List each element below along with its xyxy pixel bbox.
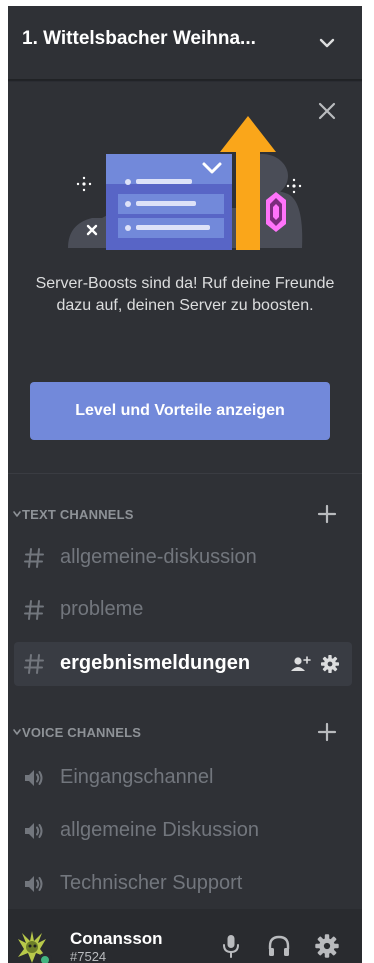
server-boost-banner: Server-Boosts sind da! Ruf deine Freunde… bbox=[8, 90, 362, 474]
channel-allgemeine-diskussion[interactable]: allgemeine-diskussion bbox=[14, 536, 352, 580]
gear-icon[interactable] bbox=[320, 654, 340, 674]
close-icon[interactable] bbox=[314, 98, 340, 124]
channel-name: Eingangschannel bbox=[60, 766, 214, 788]
gear-icon[interactable] bbox=[314, 933, 340, 959]
voice-channel-allgemeine-diskussion[interactable]: allgemeine Diskussion bbox=[14, 809, 352, 853]
channel-name: ergebnismeldungen bbox=[60, 652, 251, 674]
add-member-icon[interactable] bbox=[290, 654, 312, 674]
category-voice-channels[interactable]: VOICE CHANNELS bbox=[8, 721, 362, 747]
headphones-icon[interactable] bbox=[266, 933, 292, 959]
hash-icon bbox=[24, 548, 44, 568]
chevron-down-icon[interactable] bbox=[12, 727, 22, 737]
server-header[interactable]: 1. Wittelsbacher Weihna... bbox=[8, 6, 362, 80]
username[interactable]: Conansson bbox=[70, 929, 163, 949]
channel-ergebnismeldungen[interactable]: ergebnismeldungen bbox=[14, 642, 352, 686]
channel-name: Technischer Support bbox=[60, 872, 243, 894]
speaker-icon bbox=[25, 823, 43, 839]
channel-name: probleme bbox=[60, 598, 144, 620]
plus-icon[interactable] bbox=[316, 503, 338, 525]
boost-illustration bbox=[68, 116, 303, 250]
online-status-indicator bbox=[38, 953, 52, 963]
microphone-icon[interactable] bbox=[218, 933, 244, 959]
server-name[interactable]: 1. Wittelsbacher Weihna... bbox=[22, 28, 312, 50]
boost-description: Server-Boosts sind da! Ruf deine Freunde… bbox=[35, 275, 335, 314]
hash-icon bbox=[24, 654, 44, 674]
speaker-icon bbox=[25, 770, 43, 786]
category-label: TEXT CHANNELS bbox=[22, 507, 134, 522]
hash-icon bbox=[24, 600, 44, 620]
voice-channel-technischer-support[interactable]: Technischer Support bbox=[14, 862, 352, 906]
voice-channel-eingangschannel[interactable]: Eingangschannel bbox=[14, 756, 352, 800]
category-text-channels[interactable]: TEXT CHANNELS bbox=[8, 503, 362, 529]
channel-name: allgemeine Diskussion bbox=[60, 819, 259, 841]
channel-name: allgemeine-diskussion bbox=[60, 546, 257, 568]
user-discriminator: #7524 bbox=[70, 949, 107, 963]
user-panel: Conansson #7524 bbox=[8, 909, 362, 963]
channel-probleme[interactable]: probleme bbox=[14, 588, 352, 632]
chevron-down-icon[interactable] bbox=[316, 32, 338, 54]
channel-sidebar: 1. Wittelsbacher Weihna... Server-Boosts… bbox=[8, 6, 362, 963]
plus-icon[interactable] bbox=[316, 721, 338, 743]
category-label: VOICE CHANNELS bbox=[22, 725, 142, 740]
chevron-down-icon[interactable] bbox=[12, 509, 22, 519]
view-perks-button[interactable]: Level und Vorteile anzeigen bbox=[30, 382, 330, 440]
speaker-icon bbox=[25, 876, 43, 892]
